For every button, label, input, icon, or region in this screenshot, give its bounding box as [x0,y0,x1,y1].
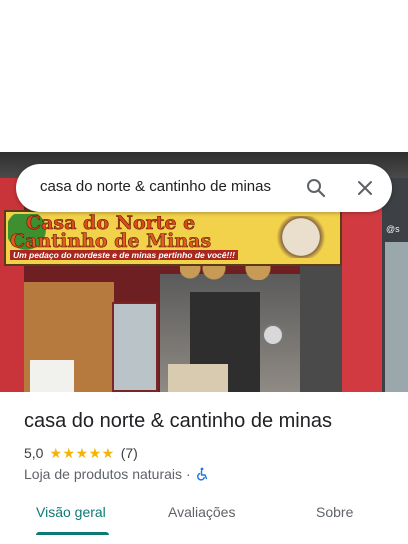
store-fridge [112,302,158,392]
tab-overview[interactable]: Visão geral [36,504,106,520]
banner-title-line2: Cantinho de Minas [10,230,212,253]
tab-reviews[interactable]: Avaliações [168,504,235,520]
category-row: Loja de produtos naturais · [24,465,209,483]
storefront-side-glass [385,242,408,392]
tab-selected-indicator [36,532,109,535]
blank-top-area [0,0,408,152]
search-icon[interactable] [304,176,328,200]
rating-value: 5,0 [24,445,44,461]
tab-about[interactable]: Sobre [316,504,353,520]
banner-slogan: Um pedaço do nordeste e de minas pertinh… [10,250,238,260]
close-icon[interactable] [353,176,377,200]
search-bar[interactable]: casa do norte & cantinho de minas [16,164,392,212]
store-banner: Casa do Norte e Cantinho de Minas Um ped… [4,210,342,266]
store-shelf-right [300,252,342,392]
store-counter [168,364,228,392]
place-title: casa do norte & cantinho de minas [24,410,332,432]
search-input[interactable]: casa do norte & cantinho de minas [40,178,290,195]
separator: · [186,466,191,482]
place-category: Loja de produtos naturais [24,466,182,482]
banner-coffee-decoration [266,216,336,258]
star-rating-icon: ★★★★★ [49,444,115,461]
place-tabs: Visão geral Avaliações Sobre [0,496,408,544]
store-fan [262,324,284,346]
wheelchair-icon [195,467,209,481]
review-count[interactable]: (7) [121,445,138,461]
rating-row[interactable]: 5,0 ★★★★★ (7) [24,444,138,462]
store-small-sign [30,360,74,392]
storefront-side-text: @s [386,224,400,234]
